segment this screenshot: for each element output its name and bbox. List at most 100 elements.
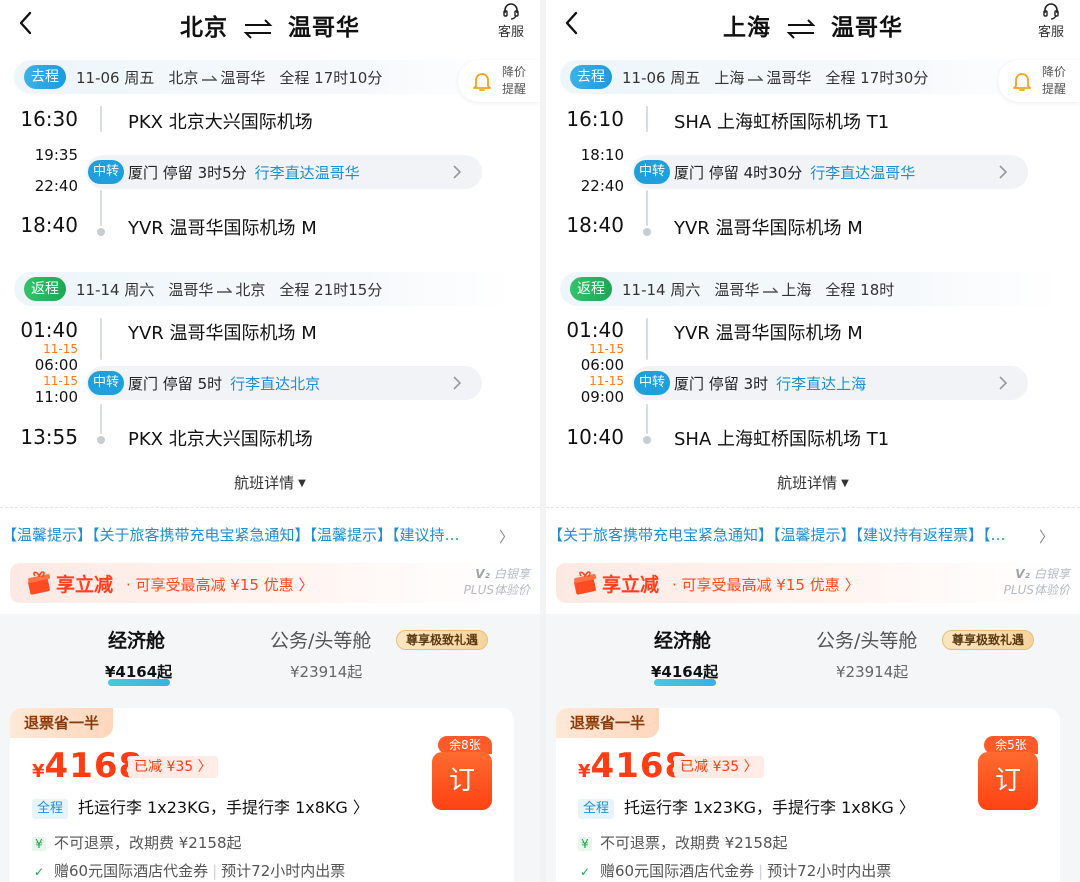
inbound-route: 温哥华 上海 — [714, 281, 811, 299]
price-currency: ¥ — [32, 761, 45, 782]
voucher-rule: ✓ 赠60元国际酒店代金券 | 预计72小时内出票 — [578, 860, 891, 881]
outbound-route-from: 上海 — [714, 69, 745, 87]
inbound-transfer-row[interactable]: 中转 厦门 停留 3时 行李直达上海 — [632, 366, 1028, 400]
timeline-line — [646, 106, 648, 132]
outbound-transfer-row[interactable]: 中转 厦门 停留 3时5分 行李直达温哥华 — [86, 155, 482, 189]
timeline-line — [646, 404, 648, 434]
instant-discount-title: 享立减 — [56, 574, 114, 596]
discount-badge[interactable]: 已减 ¥35 〉 — [674, 756, 764, 778]
swap-arrows-icon — [786, 18, 816, 39]
outbound-stay: 停留 4时30分 — [708, 164, 803, 182]
inbound-total: 全程 18时 — [825, 281, 895, 299]
timeline-line — [100, 106, 102, 132]
notice-text: 【温馨提示】【关于旅客携带充电宝紧急通知】【温馨提示】【建议持… — [2, 526, 460, 544]
outbound-route-to: 温哥华 — [766, 69, 812, 87]
price-alert-label: 降价 提醒 — [502, 64, 526, 98]
plus-line2: PLUS体验价 — [463, 583, 530, 597]
voucher-text: 赠60元国际酒店代金券 — [600, 862, 755, 880]
outbound-transfer-city: 厦门 — [674, 164, 705, 182]
flight-details-toggle[interactable]: 航班详情 ▼ — [0, 472, 540, 493]
fare-card[interactable]: 退票省一半 ¥4168 已减 ¥35 〉 余8张 订 全程 托运行李 1x23KG… — [10, 708, 514, 882]
tab-business[interactable]: 公务/头等舱 — [816, 626, 917, 653]
plus-line1: V₂ 白银享 — [440, 566, 530, 582]
flight-details-toggle[interactable]: 航班详情 ▼ — [546, 472, 1080, 493]
fare-card[interactable]: 退票省一半 ¥4168 已减 ¥35 〉 余5张 订 全程 托运行李 1x23KG… — [556, 708, 1060, 882]
title-to: 温哥华 — [288, 15, 361, 41]
timeline-line — [646, 190, 648, 226]
screen-beijing-vancouver: 北京 温哥华 客服 去程 11-06 周五 北京 温哥华 全程 17时10分 降价 提醒… — [0, 0, 540, 882]
swap-arrows-icon — [243, 18, 273, 39]
timeline-line — [100, 318, 102, 360]
outbound-transfer-row[interactable]: 中转 厦门 停留 4时30分 行李直达温哥华 — [632, 155, 1028, 189]
inbound-transfer-dep-time: 09:00 — [580, 388, 624, 406]
outbound-badge: 去程 — [570, 65, 612, 89]
price-alert-button[interactable]: 降价 提醒 — [998, 60, 1080, 102]
vip-badge: 尊享极致礼遇 — [396, 630, 489, 650]
headset-icon — [1043, 3, 1059, 20]
price-currency: ¥ — [578, 761, 591, 782]
instant-discount-text: · 可享受最高减 ¥15 优惠 〉 — [126, 576, 314, 594]
title-from: 上海 — [722, 15, 771, 41]
inbound-baggage: 行李直达上海 — [776, 375, 867, 393]
plus-line1-text: 白银享 — [493, 567, 530, 581]
baggage-allowance[interactable]: 全程 托运行李 1x23KG，手提行李 1x8KG 〉 — [32, 794, 369, 819]
flight-details-label: 航班详情 — [777, 474, 838, 492]
rule-separator: | — [758, 862, 764, 880]
outbound-transfer-dep-time: 22:40 — [580, 177, 624, 195]
inbound-transfer-city: 厦门 — [128, 375, 159, 393]
timeline-dot — [97, 436, 105, 444]
notice-ticker[interactable]: 【温馨提示】【关于旅客携带充电宝紧急通知】【温馨提示】【建议持… 〉 — [0, 524, 540, 546]
baggage-allowance[interactable]: 全程 托运行李 1x23KG，手提行李 1x8KG 〉 — [578, 794, 915, 819]
timeline-line — [100, 190, 102, 226]
price-alert-button[interactable]: 降价 提醒 — [458, 60, 540, 102]
price-alert-line1: 降价 — [502, 65, 527, 79]
outbound-transfer-arr-time: 19:35 — [34, 146, 78, 164]
outbound-dep-airport: SHA 上海虹桥国际机场 T1 — [674, 112, 890, 133]
inbound-header: 返程 11-14 周六 温哥华 上海 全程 18时 — [560, 272, 1060, 306]
tab-economy[interactable]: 经济舱 — [108, 626, 165, 653]
inbound-stay: 停留 5时 — [162, 375, 223, 393]
notice-ticker[interactable]: 【关于旅客携带充电宝紧急通知】【温馨提示】【建议持有返程票】【… 〉 — [546, 524, 1080, 546]
customer-service-label: 客服 — [1037, 25, 1064, 40]
tab-economy[interactable]: 经济舱 — [654, 626, 711, 653]
inbound-transfer-dep-date: 11-15 — [589, 374, 624, 388]
baggage-text: 托运行李 1x23KG，手提行李 1x8KG 〉 — [78, 798, 369, 817]
discount-badge[interactable]: 已减 ¥35 〉 — [128, 756, 218, 778]
plus-price-label: V₂ 白银享 PLUS体验价 — [440, 566, 530, 598]
outbound-route-to: 温哥华 — [220, 69, 266, 87]
book-button[interactable]: 订 — [432, 752, 492, 810]
tab-business[interactable]: 公务/头等舱 — [270, 626, 371, 653]
flight-details-label: 航班详情 — [234, 474, 295, 492]
nav-header: 上海 温哥华 客服 — [546, 0, 1080, 48]
price-alert-label: 降价 提醒 — [1042, 64, 1066, 98]
outbound-dep-time: 16:30 — [20, 107, 78, 131]
chevron-right-icon — [999, 165, 1008, 179]
screens: 北京 温哥华 客服 去程 11-06 周五 北京 温哥华 全程 17时10分 降价 提醒… — [0, 0, 1080, 882]
refund-tag: 退票省一半 — [556, 708, 660, 738]
caret-down-icon: ▼ — [841, 478, 849, 489]
inbound-transfer-dep-date: 11-15 — [43, 374, 78, 388]
economy-price: ¥4164起 — [105, 663, 173, 681]
inbound-transfer-row[interactable]: 中转 厦门 停留 5时 行李直达北京 — [86, 366, 482, 400]
outbound-transfer-badge: 中转 — [634, 160, 670, 184]
baggage-tag: 全程 — [32, 799, 69, 819]
customer-service-button[interactable]: 客服 — [1034, 2, 1068, 40]
screen-shanghai-vancouver: 上海 温哥华 客服 去程 11-06 周五 上海 温哥华 全程 17时30分 降价 提醒… — [546, 0, 1080, 882]
book-button[interactable]: 订 — [978, 752, 1038, 810]
bell-icon — [473, 73, 491, 91]
instant-discount-banner[interactable]: 享立减 · 可享受最高减 ¥15 优惠 〉 — [10, 563, 510, 603]
inbound-date: 11-14 周六 — [622, 281, 701, 299]
notice-text: 【关于旅客携带充电宝紧急通知】【温馨提示】【建议持有返程票】【… — [548, 526, 1006, 544]
plus-line1: V₂ 白银享 — [980, 566, 1070, 582]
inbound-transfer-badge: 中转 — [88, 371, 124, 395]
outbound-transfer-city: 厦门 — [128, 164, 159, 182]
inbound-date: 11-14 周六 — [76, 281, 155, 299]
headset-icon — [503, 3, 519, 20]
fare-price: ¥4168 — [578, 746, 689, 786]
refund-rule-text: 不可退票，改期费 ¥2158起 — [600, 834, 788, 852]
baggage-text: 托运行李 1x23KG，手提行李 1x8KG 〉 — [624, 798, 915, 817]
outbound-summary: 11-06 周五 上海 温哥华 全程 17时30分 — [622, 67, 942, 88]
outbound-transfer-info: 厦门 停留 4时30分 行李直达温哥华 — [674, 162, 915, 183]
customer-service-button[interactable]: 客服 — [494, 2, 528, 40]
inbound-total: 全程 21时15分 — [279, 281, 383, 299]
